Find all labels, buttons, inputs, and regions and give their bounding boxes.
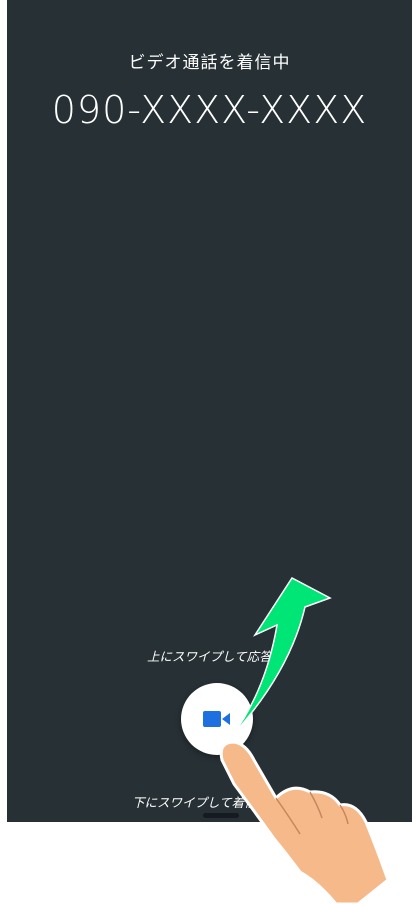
swipe-gesture-illustration — [219, 577, 390, 904]
swipe-arrow-icon — [231, 577, 332, 737]
hand-icon — [219, 740, 390, 904]
